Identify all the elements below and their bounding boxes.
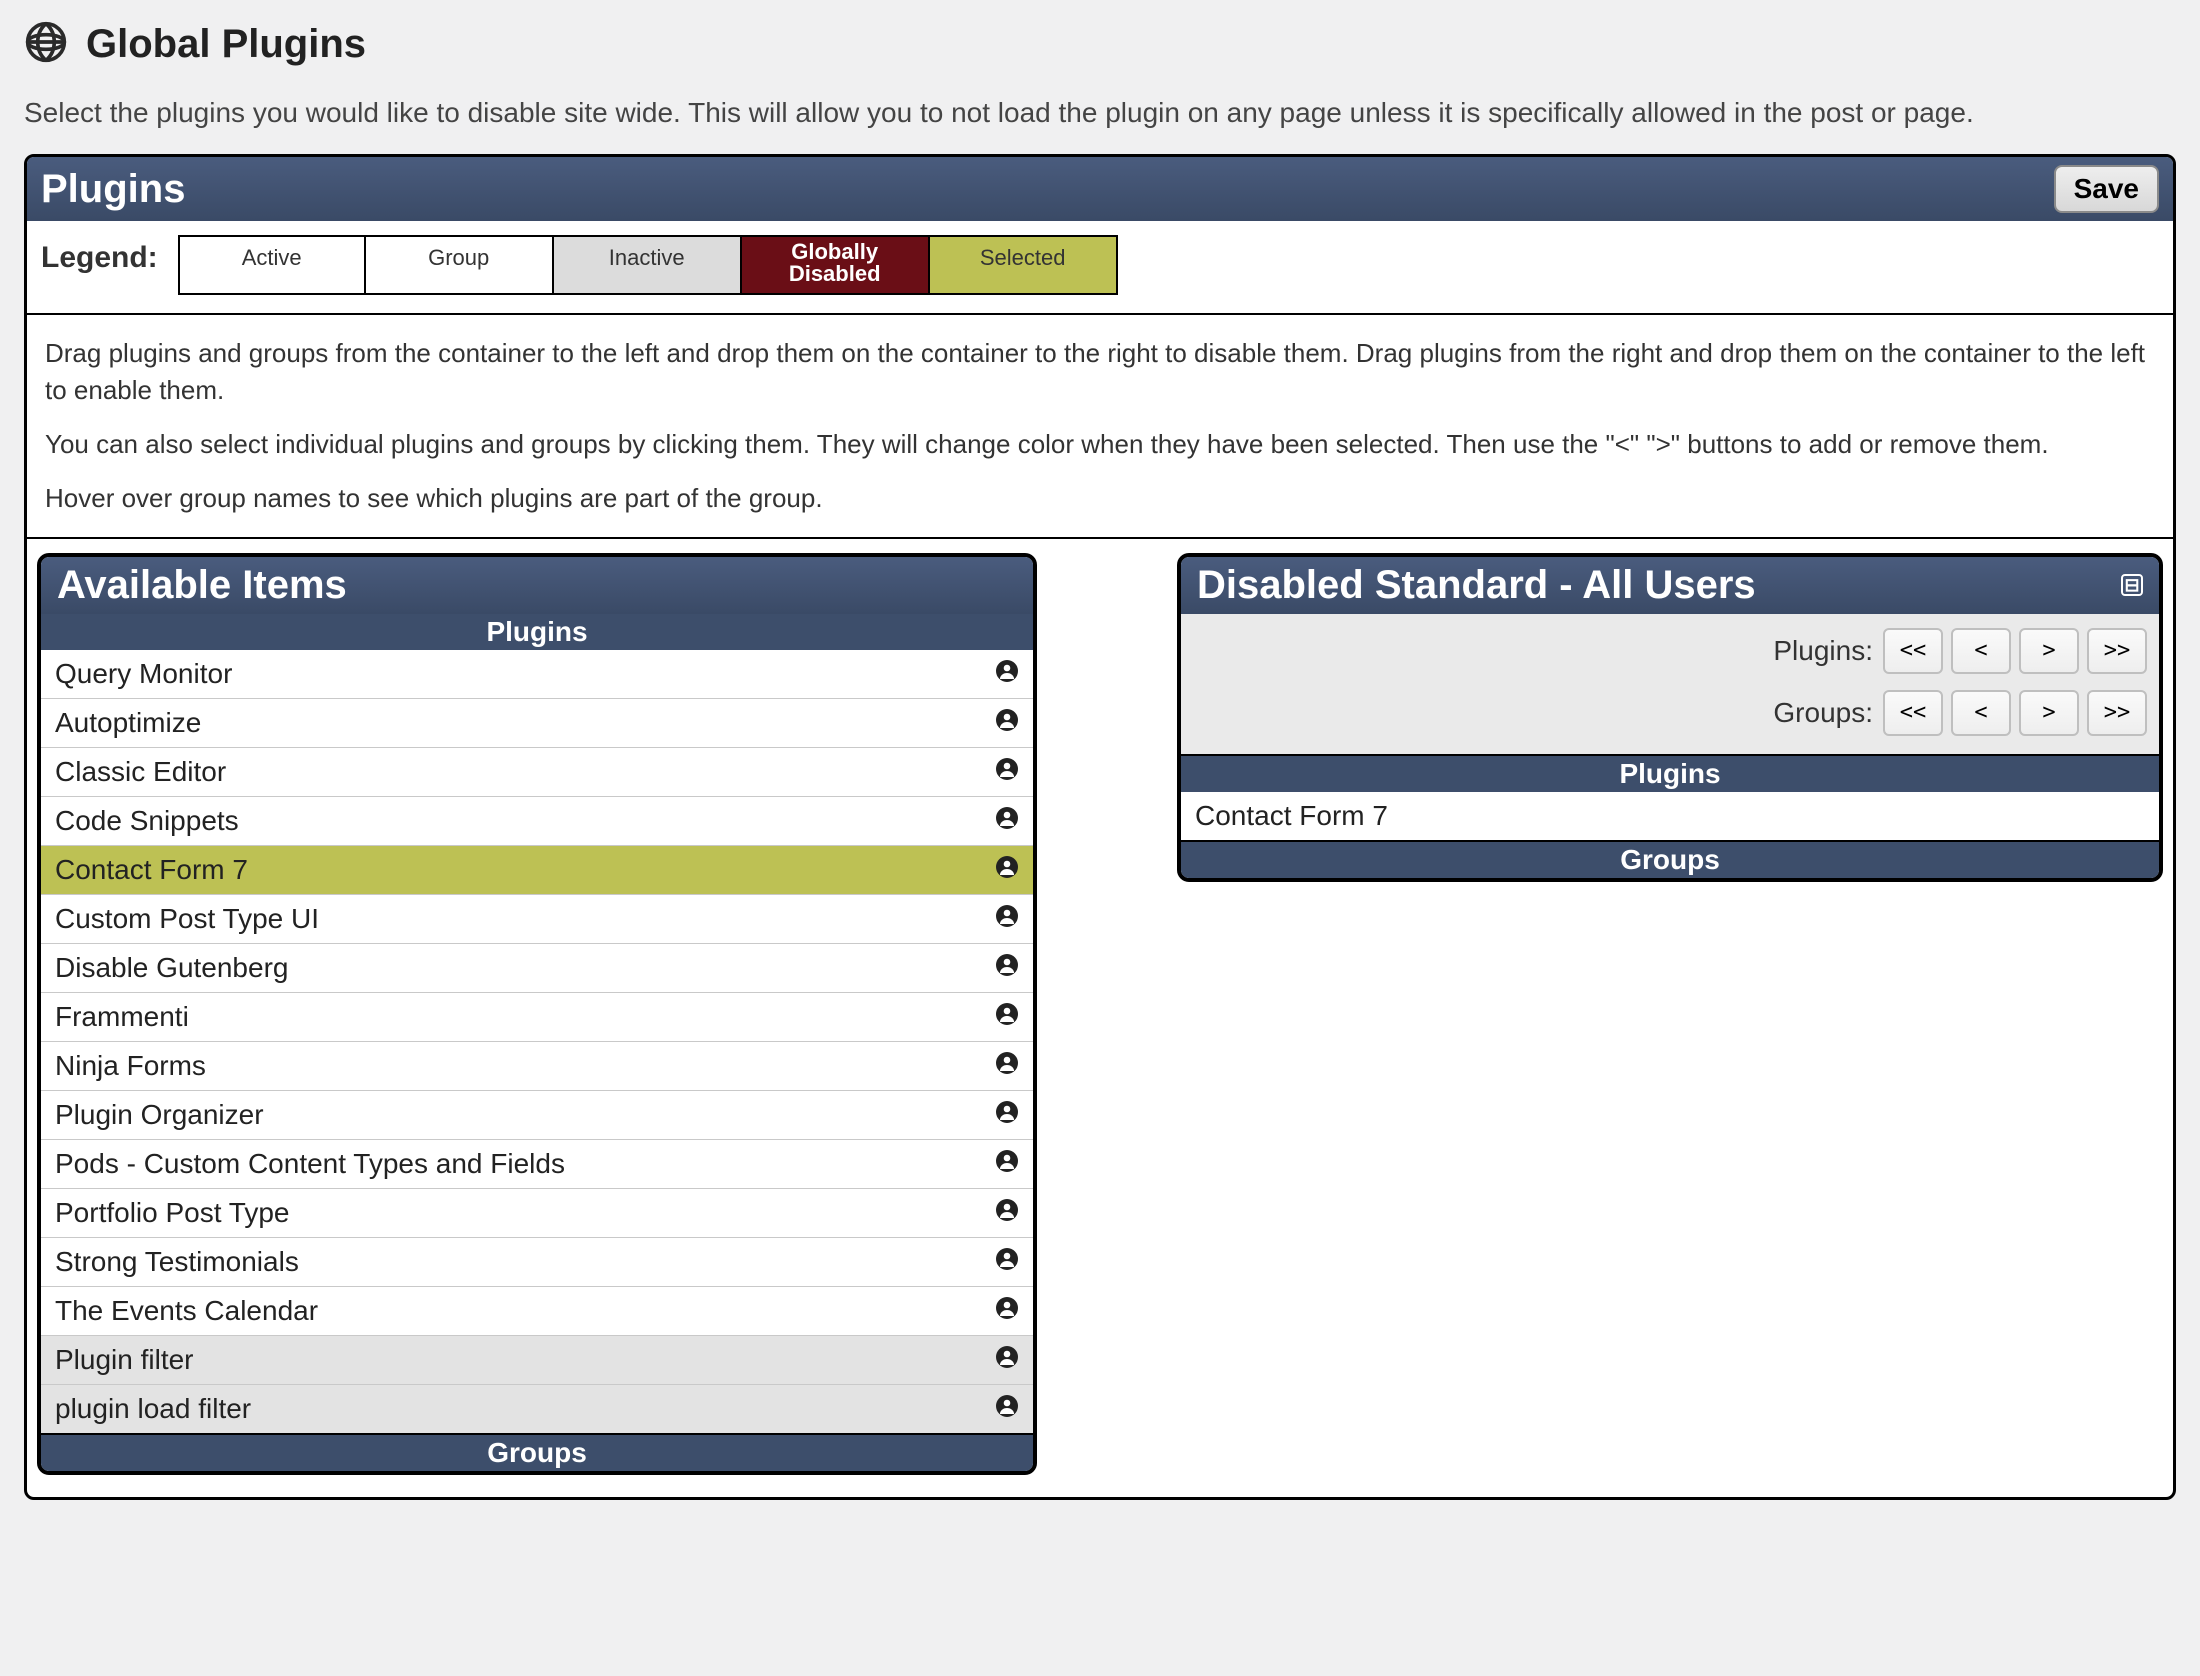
plugin-item[interactable]: Custom Post Type UI	[41, 895, 1033, 944]
groups-right-button[interactable]: >	[2019, 690, 2079, 736]
transfer-controls: Plugins: << < > >> Groups: << < > >>	[1181, 614, 2159, 756]
plugins-all-right-button[interactable]: >>	[2087, 628, 2147, 674]
plugins-left-button[interactable]: <	[1951, 628, 2011, 674]
page-title: Global Plugins	[86, 22, 366, 67]
plugin-item-label: Autoptimize	[55, 707, 201, 739]
plugin-item[interactable]: Query Monitor	[41, 650, 1033, 699]
groups-all-left-button[interactable]: <<	[1883, 690, 1943, 736]
available-items-box: Available Items Plugins Query Monitor Aut…	[37, 553, 1037, 1475]
plugin-item[interactable]: Contact Form 7	[41, 846, 1033, 895]
user-icon	[995, 854, 1019, 886]
legend-active: Active	[178, 235, 366, 295]
user-icon	[995, 1344, 1019, 1376]
disabled-box: Disabled Standard - All Users ⊟ Plugins:…	[1177, 553, 2163, 882]
plugin-item[interactable]: Plugin Organizer	[41, 1091, 1033, 1140]
legend-inactive: Inactive	[554, 235, 742, 295]
disabled-plugin-item[interactable]: Contact Form 7	[1181, 792, 2159, 840]
legend-label: Legend:	[41, 235, 158, 275]
plugin-item-label: Classic Editor	[55, 756, 226, 788]
plugin-item-label: Plugin filter	[55, 1344, 194, 1376]
plugin-item-label: plugin load filter	[55, 1393, 251, 1425]
plugin-item[interactable]: Frammenti	[41, 993, 1033, 1042]
plugin-item-label: Query Monitor	[55, 658, 232, 690]
disabled-plugin-list: Contact Form 7	[1181, 792, 2159, 840]
intro-text: Select the plugins you would like to dis…	[24, 93, 2176, 132]
instructions-p3: Hover over group names to see which plug…	[45, 480, 2155, 516]
plugins-row-label: Plugins:	[1773, 635, 1873, 667]
save-button[interactable]: Save	[2054, 165, 2159, 213]
plugin-item[interactable]: The Events Calendar	[41, 1287, 1033, 1336]
user-icon	[995, 707, 1019, 739]
plugin-item-label: Ninja Forms	[55, 1050, 206, 1082]
panel-titlebar: Plugins Save	[27, 157, 2173, 221]
instructions: Drag plugins and groups from the contain…	[27, 315, 2173, 539]
main-panel: Plugins Save Legend: Active Group Inacti…	[24, 154, 2176, 1500]
plugin-item[interactable]: Classic Editor	[41, 748, 1033, 797]
instructions-p1: Drag plugins and groups from the contain…	[45, 335, 2155, 408]
plugin-item[interactable]: Ninja Forms	[41, 1042, 1033, 1091]
user-icon	[995, 658, 1019, 690]
plugin-item[interactable]: Autoptimize	[41, 699, 1033, 748]
plugin-item[interactable]: Disable Gutenberg	[41, 944, 1033, 993]
user-icon	[995, 952, 1019, 984]
legend-globally-disabled-l1: Globally	[742, 241, 928, 263]
user-icon	[995, 1148, 1019, 1180]
legend-bar: Legend: Active Group Inactive Globally D…	[27, 221, 2173, 315]
plugin-item-label: Strong Testimonials	[55, 1246, 299, 1278]
plugin-item-label: Portfolio Post Type	[55, 1197, 290, 1229]
plugins-right-button[interactable]: >	[2019, 628, 2079, 674]
user-icon	[995, 1295, 1019, 1327]
legend-selected: Selected	[930, 235, 1118, 295]
groups-row-label: Groups:	[1773, 697, 1873, 729]
plugin-item-label: Frammenti	[55, 1001, 189, 1033]
user-icon	[995, 1050, 1019, 1082]
plugins-all-left-button[interactable]: <<	[1883, 628, 1943, 674]
user-icon	[995, 1393, 1019, 1425]
user-icon	[995, 1246, 1019, 1278]
user-icon	[995, 1001, 1019, 1033]
plugin-item[interactable]: Portfolio Post Type	[41, 1189, 1033, 1238]
available-plugin-list: Query Monitor Autoptimize Classic Editor Co…	[41, 650, 1033, 1433]
groups-left-button[interactable]: <	[1951, 690, 2011, 736]
available-title: Available Items	[57, 563, 347, 608]
user-icon	[995, 756, 1019, 788]
plugin-item[interactable]: Code Snippets	[41, 797, 1033, 846]
user-icon	[995, 805, 1019, 837]
panel-title: Plugins	[41, 167, 185, 212]
collapse-icon[interactable]: ⊟	[2121, 574, 2143, 596]
legend-group: Group	[366, 235, 554, 295]
user-icon	[995, 1197, 1019, 1229]
disabled-title: Disabled Standard - All Users	[1197, 563, 1756, 608]
plugin-item[interactable]: Pods - Custom Content Types and Fields	[41, 1140, 1033, 1189]
plugin-item[interactable]: plugin load filter	[41, 1385, 1033, 1433]
plugin-item[interactable]: Strong Testimonials	[41, 1238, 1033, 1287]
plugin-item-label: Disable Gutenberg	[55, 952, 288, 984]
legend-globally-disabled-l2: Disabled	[742, 263, 928, 285]
disabled-plugins-header: Plugins	[1181, 756, 2159, 792]
plugin-item-label: The Events Calendar	[55, 1295, 318, 1327]
legend-globally-disabled: Globally Disabled	[742, 235, 930, 295]
user-icon	[995, 903, 1019, 935]
globe-icon	[24, 20, 68, 69]
plugin-item-label: Code Snippets	[55, 805, 239, 837]
available-groups-header: Groups	[41, 1433, 1033, 1471]
user-icon	[995, 1099, 1019, 1131]
disabled-groups-header: Groups	[1181, 840, 2159, 878]
instructions-p2: You can also select individual plugins a…	[45, 426, 2155, 462]
groups-all-right-button[interactable]: >>	[2087, 690, 2147, 736]
plugin-item-label: Contact Form 7	[55, 854, 248, 886]
plugin-item-label: Pods - Custom Content Types and Fields	[55, 1148, 565, 1180]
available-plugins-header: Plugins	[41, 614, 1033, 650]
plugin-item-label: Custom Post Type UI	[55, 903, 319, 935]
plugin-item-label: Plugin Organizer	[55, 1099, 264, 1131]
plugin-item[interactable]: Plugin filter	[41, 1336, 1033, 1385]
page-header: Global Plugins	[24, 20, 2176, 69]
